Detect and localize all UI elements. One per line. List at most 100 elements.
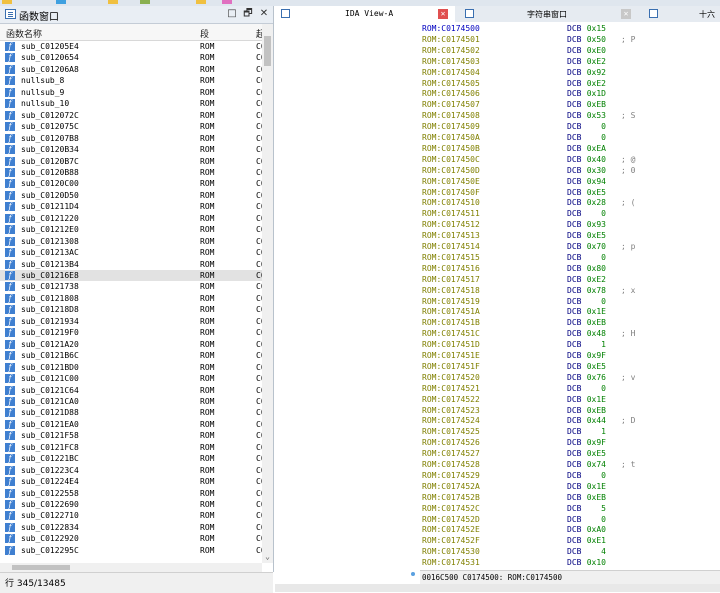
listing-line[interactable]: ROM:C0174501 DCB 0x50 ; P	[410, 35, 720, 46]
function-row[interactable]: fsub_C0121934ROMC0	[0, 316, 262, 327]
listing-line[interactable]: ROM:C0174520 DCB 0x76 ; v	[410, 373, 720, 384]
vertical-scrollbar[interactable]: ⌄	[262, 24, 273, 563]
listing-line[interactable]: ROM:C017450E DCB 0x94	[410, 177, 720, 188]
listing-line[interactable]: ROM:C0174531 DCB 0x10	[410, 558, 720, 569]
functions-list[interactable]: fsub_C01205E4ROMC0fsub_C0120654ROMC0fsub…	[0, 41, 262, 563]
function-row[interactable]: fsub_C012072CROMC0	[0, 110, 262, 121]
function-row[interactable]: fsub_C01212E0ROMC0	[0, 224, 262, 235]
listing-line[interactable]: ROM:C017451A DCB 0x1E	[410, 307, 720, 318]
scroll-down-icon[interactable]: ⌄	[263, 552, 272, 561]
function-row[interactable]: fsub_C0121C00ROMC0	[0, 373, 262, 384]
listing-line[interactable]: ROM:C017450D DCB 0x30 ; 0	[410, 166, 720, 177]
toolbar-icon[interactable]	[108, 0, 118, 4]
horizontal-scrollbar[interactable]	[0, 563, 262, 572]
restore-icon[interactable]: □	[226, 8, 238, 20]
function-row[interactable]: fsub_C0121FC8ROMC0	[0, 442, 262, 453]
function-row[interactable]: fnullsub_10ROMC0	[0, 98, 262, 109]
tab-ida-view-a[interactable]: IDA View-A ✕	[275, 6, 455, 22]
function-row[interactable]: fsub_C0120D50ROMC0	[0, 190, 262, 201]
listing-line[interactable]: ROM:C0174519 DCB 0	[410, 297, 720, 308]
function-row[interactable]: fsub_C0122690ROMC0	[0, 499, 262, 510]
close-icon[interactable]: ✕	[438, 9, 448, 19]
toolbar-icon[interactable]	[2, 0, 12, 4]
listing-line[interactable]: ROM:C017451E DCB 0x9F	[410, 351, 720, 362]
listing-line[interactable]: ROM:C0174529 DCB 0	[410, 471, 720, 482]
listing-line[interactable]: ROM:C0174521 DCB 0	[410, 384, 720, 395]
function-row[interactable]: fsub_C0121F58ROMC0	[0, 430, 262, 441]
listing-line[interactable]: ROM:C0174522 DCB 0x1E	[410, 395, 720, 406]
function-row[interactable]: fsub_C01224E4ROMC0	[0, 476, 262, 487]
function-row[interactable]: fsub_C0120C00ROMC0	[0, 178, 262, 189]
listing-line[interactable]: ROM:C0174514 DCB 0x70 ; p	[410, 242, 720, 253]
close-icon[interactable]: ✕	[258, 8, 270, 20]
listing-line[interactable]: ROM:C0174524 DCB 0x44 ; D	[410, 416, 720, 427]
float-icon[interactable]: 🗗	[242, 8, 254, 20]
listing-line[interactable]: ROM:C017452D DCB 0	[410, 515, 720, 526]
function-row[interactable]: fsub_C0121BD0ROMC0	[0, 362, 262, 373]
function-row[interactable]: fsub_C0122558ROMC0	[0, 488, 262, 499]
listing-line[interactable]: ROM:C017451D DCB 1	[410, 340, 720, 351]
tab-hex-view[interactable]: 十六	[643, 6, 720, 22]
toolbar-icon[interactable]	[196, 0, 206, 4]
listing-line[interactable]: ROM:C0174505 DCB 0xE2	[410, 79, 720, 90]
listing-line[interactable]: ROM:C0174511 DCB 0	[410, 209, 720, 220]
listing-line[interactable]: ROM:C0174527 DCB 0xE5	[410, 449, 720, 460]
listing-line[interactable]: ROM:C017451F DCB 0xE5	[410, 362, 720, 373]
function-row[interactable]: fnullsub_9ROMC0	[0, 87, 262, 98]
function-row[interactable]: fsub_C0120654ROMC0	[0, 52, 262, 63]
listing-line[interactable]: ROM:C017451C DCB 0x48 ; H	[410, 329, 720, 340]
listing-line[interactable]: ROM:C017452A DCB 0x1E	[410, 482, 720, 493]
function-row[interactable]: fsub_C0120B34ROMC0	[0, 144, 262, 155]
listing-line[interactable]: ROM:C017450B DCB 0xEA	[410, 144, 720, 155]
function-row[interactable]: fsub_C0121CA0ROMC0	[0, 396, 262, 407]
listing-line[interactable]: ROM:C017452C DCB 5	[410, 504, 720, 515]
listing-line[interactable]: ROM:C017451B DCB 0xEB	[410, 318, 720, 329]
function-row[interactable]: fsub_C0121808ROMC0	[0, 293, 262, 304]
function-row[interactable]: fsub_C0122710ROMC0	[0, 510, 262, 521]
function-row[interactable]: fsub_C012295CROMC0	[0, 545, 262, 556]
function-row[interactable]: fsub_C0122834ROMC0	[0, 522, 262, 533]
function-row[interactable]: fnullsub_8ROMC0	[0, 75, 262, 86]
listing-line[interactable]: ROM:C0174503 DCB 0xE2	[410, 57, 720, 68]
listing-line[interactable]: ROM:C017452B DCB 0xEB	[410, 493, 720, 504]
listing-line[interactable]: ROM:C0174502 DCB 0xE0	[410, 46, 720, 57]
listing-line[interactable]: ROM:C0174504 DCB 0x92	[410, 68, 720, 79]
function-row[interactable]: fsub_C0122920ROMC0	[0, 533, 262, 544]
function-row[interactable]: fsub_C0120B7CROMC0	[0, 156, 262, 167]
ida-view-listing[interactable]: ROM:C0174500 DCB 0x15 ROM:C0174501 DCB 0x50 ; …	[410, 22, 720, 570]
function-row[interactable]: fsub_C01218D8ROMC0	[0, 304, 262, 315]
function-row[interactable]: fsub_C01205E4ROMC0	[0, 41, 262, 52]
close-icon[interactable]: ✕	[621, 9, 631, 19]
function-row[interactable]: fsub_C01213B4ROMC0	[0, 259, 262, 270]
toolbar-icon[interactable]	[222, 0, 232, 4]
scrollbar-thumb[interactable]	[264, 36, 271, 66]
column-header-segment[interactable]: 段	[200, 27, 209, 40]
listing-line[interactable]: ROM:C0174518 DCB 0x78 ; x	[410, 286, 720, 297]
breakpoint-dot-icon[interactable]	[411, 572, 415, 576]
scrollbar-thumb[interactable]	[12, 565, 70, 570]
column-header-name[interactable]: 函数名称	[6, 27, 42, 40]
function-row[interactable]: fsub_C0121738ROMC0	[0, 281, 262, 292]
function-row[interactable]: fsub_C0121C64ROMC0	[0, 385, 262, 396]
function-row[interactable]: fsub_C01213ACROMC0	[0, 247, 262, 258]
listing-line[interactable]: ROM:C017450C DCB 0x40 ; @	[410, 155, 720, 166]
listing-line[interactable]: ROM:C0174506 DCB 0x1D	[410, 89, 720, 100]
listing-line[interactable]: ROM:C0174516 DCB 0x80	[410, 264, 720, 275]
listing-line[interactable]: ROM:C017450A DCB 0	[410, 133, 720, 144]
function-row[interactable]: fsub_C01223C4ROMC0	[0, 465, 262, 476]
function-row[interactable]: fsub_C01211D4ROMC0	[0, 201, 262, 212]
listing-line[interactable]: ROM:C0174515 DCB 0	[410, 253, 720, 264]
listing-line[interactable]: ROM:C0174526 DCB 0x9F	[410, 438, 720, 449]
function-row[interactable]: fsub_C0121D88ROMC0	[0, 407, 262, 418]
listing-line[interactable]: ROM:C0174530 DCB 4	[410, 547, 720, 558]
listing-line[interactable]: ROM:C017452F DCB 0xE1	[410, 536, 720, 547]
toolbar-icon[interactable]	[56, 0, 66, 4]
function-row[interactable]: fsub_C012075CROMC0	[0, 121, 262, 132]
listing-line[interactable]: ROM:C0174508 DCB 0x53 ; S	[410, 111, 720, 122]
toolbar-icon[interactable]	[140, 0, 150, 4]
listing-line[interactable]: ROM:C0174528 DCB 0x74 ; t	[410, 460, 720, 471]
function-row[interactable]: fsub_C0121B6CROMC0	[0, 350, 262, 361]
function-row[interactable]: fsub_C01219F0ROMC0	[0, 327, 262, 338]
tab-strings-window[interactable]: 字符串窗口 ✕	[459, 6, 639, 22]
function-row[interactable]: fsub_C01207B8ROMC0	[0, 133, 262, 144]
